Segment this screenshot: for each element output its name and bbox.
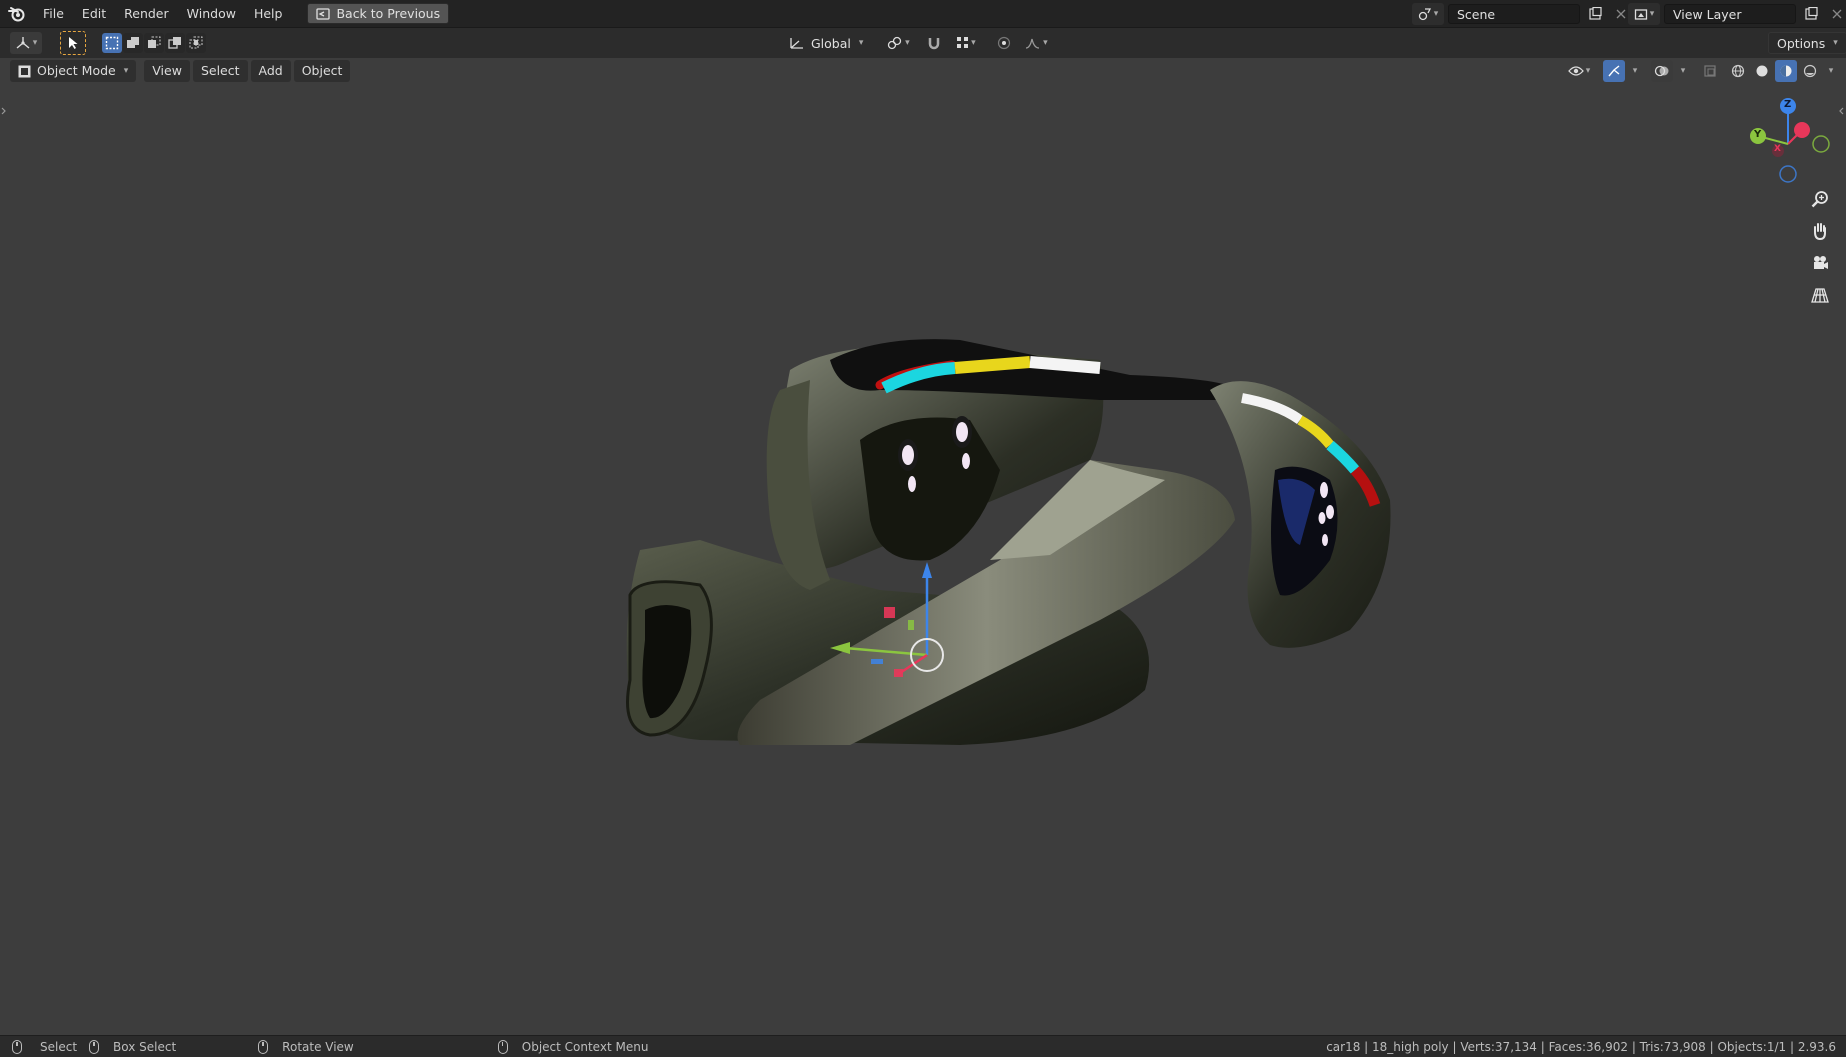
- status-rotate-label: Rotate View: [282, 1039, 354, 1054]
- menu-edit[interactable]: Edit: [73, 3, 115, 25]
- toolbar-expand-arrow-icon[interactable]: [1, 104, 7, 118]
- status-bar: Select Box Select Rotate View Object Con…: [0, 1035, 1846, 1057]
- gizmo-toggle-icon[interactable]: [1603, 60, 1625, 82]
- top-menu-bar: File Edit Render Window Help Back to Pre…: [0, 0, 1846, 28]
- status-select-label: Select: [40, 1039, 78, 1054]
- viewport-nav-buttons: [1808, 187, 1832, 307]
- zoom-magnifier-icon[interactable]: [1808, 187, 1832, 211]
- sidebar-expand-arrow-icon[interactable]: [1838, 104, 1844, 118]
- object-mode-icon: [18, 65, 31, 78]
- viewport-menu-view[interactable]: View: [144, 60, 190, 82]
- pan-hand-icon[interactable]: [1808, 219, 1832, 243]
- scene-icon: [1418, 7, 1432, 21]
- view-layer-selector: ▾ View Layer: [1628, 3, 1846, 25]
- select-invert-icon[interactable]: [165, 33, 185, 53]
- perspective-grid-icon[interactable]: [1808, 283, 1832, 307]
- status-box-select-label: Box Select: [113, 1039, 177, 1054]
- snap-grid-icon: [957, 37, 969, 49]
- overlays-dropdown[interactable]: ▾: [1675, 60, 1689, 82]
- menu-file[interactable]: File: [34, 3, 73, 25]
- shading-wireframe-icon[interactable]: [1727, 60, 1749, 82]
- back-to-previous-label: Back to Previous: [336, 6, 441, 21]
- scene-statistics: car18 | 18_high poly | Verts:37,134 | Fa…: [1326, 1040, 1836, 1054]
- options-label: Options: [1777, 35, 1826, 51]
- snap-magnet-icon[interactable]: [923, 32, 945, 54]
- shading-solid-icon[interactable]: [1751, 60, 1773, 82]
- proportional-edit-icon[interactable]: [993, 32, 1015, 54]
- menu-window[interactable]: Window: [178, 3, 245, 25]
- status-box-select-hint: Box Select: [89, 1039, 177, 1054]
- menu-help[interactable]: Help: [245, 3, 292, 25]
- new-view-layer-icon[interactable]: [1800, 3, 1822, 25]
- mouse-left-icon: [12, 1039, 22, 1054]
- select-subtract-icon[interactable]: [144, 33, 164, 53]
- gizmo-x-label: X: [1774, 144, 1781, 154]
- transform-orientation-dropdown[interactable]: Global ▾: [785, 32, 868, 54]
- car-model-render: [626, 339, 1391, 745]
- pivot-point-dropdown[interactable]: ▾: [883, 32, 913, 54]
- options-dropdown[interactable]: Options ▾: [1768, 32, 1846, 54]
- mouse-right-icon: [497, 1039, 508, 1054]
- shading-rendered-icon[interactable]: [1799, 60, 1821, 82]
- navigation-gizmo[interactable]: Z Y X: [1740, 94, 1836, 190]
- transform-controls: Global ▾ ▾ ▾ ▾: [785, 32, 1051, 54]
- viewport-axes-icon: [15, 36, 31, 50]
- viewport-display-controls: ▾ ▾ ▾ ▾: [1563, 60, 1837, 82]
- blender-logo-icon[interactable]: [0, 6, 34, 22]
- view-layer-icon: [1634, 7, 1648, 21]
- overlays-toggle-icon[interactable]: [1651, 60, 1673, 82]
- select-extend-icon[interactable]: [123, 33, 143, 53]
- interaction-mode-dropdown[interactable]: Object Mode ▾: [10, 60, 137, 82]
- scene-browse-button[interactable]: ▾: [1412, 3, 1444, 25]
- shading-material-icon[interactable]: [1775, 60, 1797, 82]
- proportional-falloff-dropdown[interactable]: ▾: [1021, 32, 1051, 54]
- pivot-link-icon: [887, 36, 903, 50]
- viewport-menu-object[interactable]: Object: [293, 60, 351, 82]
- cursor-arrow-icon: [67, 36, 79, 50]
- tool-settings-header: ▾ Global ▾ ▾ ▾ ▾ Options ▾: [0, 28, 1846, 58]
- select-tool-button[interactable]: [60, 31, 86, 55]
- gizmo-dropdown[interactable]: ▾: [1627, 60, 1641, 82]
- gizmo-z-label: Z: [1784, 99, 1792, 110]
- snap-increment-dropdown[interactable]: ▾: [951, 32, 981, 54]
- visibility-dropdown[interactable]: ▾: [1563, 60, 1595, 82]
- gizmo-y-label: Y: [1754, 129, 1762, 140]
- scene-name-field[interactable]: Scene: [1448, 4, 1580, 24]
- status-select-hint: Select: [12, 1039, 78, 1054]
- back-to-previous-button[interactable]: Back to Previous: [307, 3, 450, 24]
- back-screen-icon: [316, 7, 331, 20]
- selection-mode-group: [102, 33, 206, 53]
- orientation-axes-icon: [789, 36, 805, 50]
- mouse-middle-icon: [258, 1039, 269, 1054]
- falloff-curve-icon: [1025, 37, 1041, 49]
- status-context-label: Object Context Menu: [521, 1039, 649, 1054]
- menu-render[interactable]: Render: [115, 3, 178, 25]
- new-scene-icon[interactable]: [1584, 3, 1606, 25]
- view-layer-name-field[interactable]: View Layer: [1664, 4, 1796, 24]
- select-intersect-icon[interactable]: [186, 33, 206, 53]
- view-layer-browse-button[interactable]: ▾: [1628, 3, 1660, 25]
- select-new-icon[interactable]: [102, 33, 122, 53]
- shading-dropdown[interactable]: ▾: [1823, 60, 1837, 82]
- transform-orientation-label: Global: [811, 35, 851, 51]
- eye-icon: [1567, 65, 1584, 77]
- mouse-drag-icon: [89, 1039, 100, 1054]
- xray-toggle-icon[interactable]: [1699, 60, 1721, 82]
- viewport-menu-select[interactable]: Select: [192, 60, 248, 82]
- camera-view-icon[interactable]: [1808, 251, 1832, 275]
- viewport-menu-add[interactable]: Add: [250, 60, 291, 82]
- delete-view-layer-icon[interactable]: [1826, 3, 1846, 25]
- interaction-mode-label: Object Mode: [37, 63, 116, 78]
- viewport-header: Object Mode ▾ View Select Add Object ▾ ▾…: [0, 58, 1846, 84]
- scene-selector: ▾ Scene: [1412, 3, 1632, 25]
- editor-type-button[interactable]: ▾: [10, 32, 42, 54]
- status-rotate-hint: Rotate View: [258, 1039, 354, 1054]
- status-context-hint: Object Context Menu: [497, 1039, 649, 1054]
- viewport-canvas: [0, 84, 1846, 1035]
